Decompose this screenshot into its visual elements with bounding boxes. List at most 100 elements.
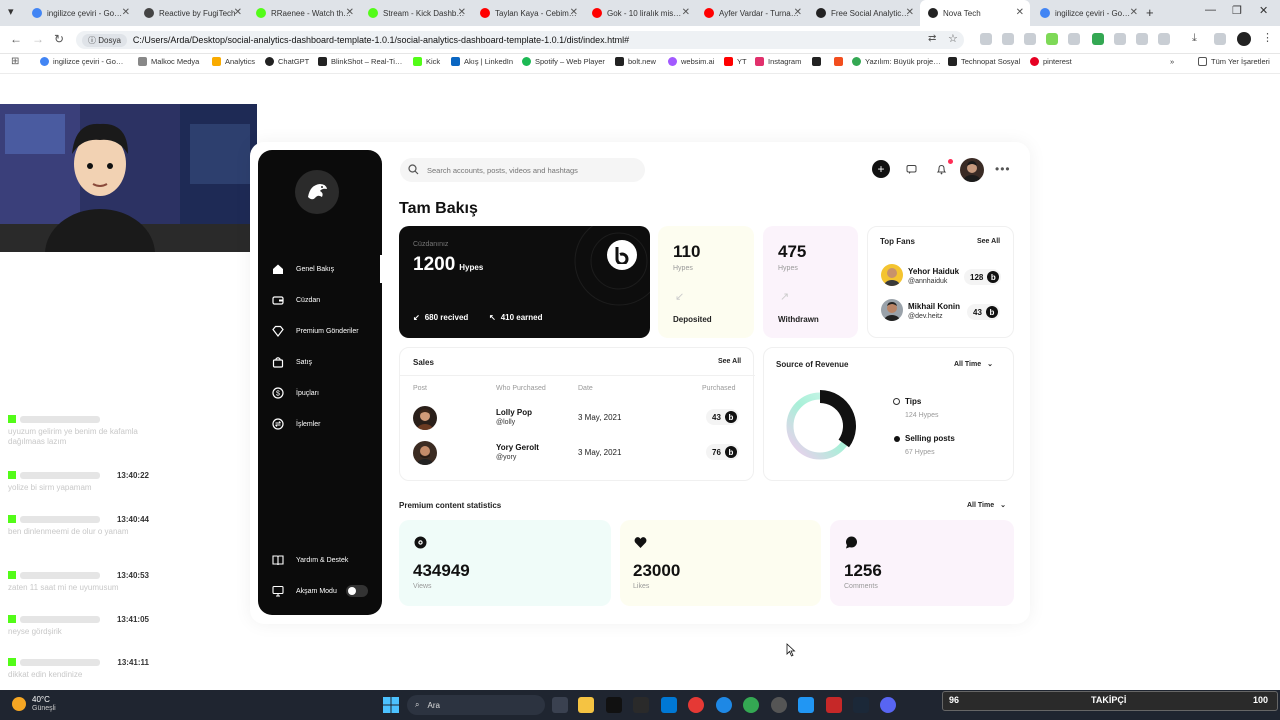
extension-icon[interactable] xyxy=(1046,33,1058,45)
fan-avatar[interactable] xyxy=(881,264,903,286)
bookmark[interactable]: YT xyxy=(724,57,747,66)
browser-tab[interactable]: ingilizce çeviri - Go… ✕ xyxy=(1032,0,1144,26)
revenue-filter-dropdown[interactable]: All Time ⌄ xyxy=(954,360,993,369)
app-icon[interactable] xyxy=(826,697,842,713)
discord-icon[interactable] xyxy=(880,697,896,713)
user-avatar[interactable] xyxy=(960,158,984,182)
sidebar-item-cuzdan[interactable]: Cüzdan xyxy=(272,294,320,306)
extension-icon[interactable] xyxy=(1136,33,1148,45)
sidebar-item-dark-mode[interactable]: Akşam Modu xyxy=(272,585,337,597)
bookmark[interactable]: Akış | LinkedIn xyxy=(451,57,513,66)
bookmark[interactable] xyxy=(834,57,847,66)
bookmark[interactable]: ingilizce çeviri - Go… xyxy=(40,57,123,66)
apps-grid-icon[interactable]: ⊞ xyxy=(11,56,19,67)
maximize-icon[interactable]: ❐ xyxy=(1232,4,1242,17)
search-bar[interactable] xyxy=(400,158,645,182)
bookmark[interactable]: ChatGPT xyxy=(265,57,309,66)
taskbar-search[interactable]: ⌕ Ara xyxy=(407,695,545,715)
reload-icon[interactable]: ↻ xyxy=(54,32,64,46)
add-icon[interactable]: + xyxy=(872,160,890,178)
sales-see-all[interactable]: See All xyxy=(718,358,741,365)
extension-icon[interactable] xyxy=(1068,33,1080,45)
browser-tab-active[interactable]: Nova Tech ✕ xyxy=(920,0,1030,26)
bookmark[interactable] xyxy=(812,57,825,66)
extension-icon[interactable] xyxy=(1024,33,1036,45)
browser-tab[interactable]: Free Social Analytic… ✕ xyxy=(808,0,920,26)
sidebar-item-satis[interactable]: Satış xyxy=(272,356,312,368)
bookmark[interactable]: Malkoc Medya xyxy=(138,57,199,66)
browser-tab[interactable]: Stream - Kick Dashb… ✕ xyxy=(360,0,472,26)
close-icon[interactable]: ✕ xyxy=(234,7,242,18)
close-icon[interactable]: ✕ xyxy=(122,7,130,18)
extension-icon[interactable] xyxy=(980,33,992,45)
extensions-puzzle-icon[interactable] xyxy=(1158,33,1170,45)
bookmark[interactable]: Technopat Sosyal xyxy=(948,57,1020,66)
browser-tab[interactable]: Taylan Kaya - Cebim… ✕ xyxy=(472,0,584,26)
browser-tab[interactable]: Ayfer Vardar - Turna… ✕ xyxy=(696,0,808,26)
steam-icon[interactable] xyxy=(853,697,869,713)
dark-mode-toggle[interactable] xyxy=(346,585,368,597)
fan-avatar[interactable] xyxy=(881,299,903,321)
bell-icon[interactable] xyxy=(932,160,950,178)
star-icon[interactable]: ☆ xyxy=(948,32,958,45)
download-icon[interactable]: ⤓ xyxy=(1192,32,1197,45)
vscode-icon[interactable] xyxy=(661,697,677,713)
new-tab-icon[interactable]: + xyxy=(1146,5,1154,20)
bookmark[interactable]: bolt.new xyxy=(615,57,656,66)
profile-avatar[interactable] xyxy=(1237,32,1251,46)
bookmark[interactable]: Kick xyxy=(413,57,440,66)
bookmark[interactable]: pinterest xyxy=(1030,57,1072,66)
extension-icon[interactable] xyxy=(1114,33,1126,45)
back-icon[interactable]: ← xyxy=(10,32,22,46)
browser-tab[interactable]: Gok - 10 liralık mis… ✕ xyxy=(584,0,696,26)
bookmark[interactable]: Yazılım: Büyük proje… xyxy=(852,57,941,66)
obs-icon[interactable] xyxy=(771,697,787,713)
sidebar-item-help[interactable]: Yardım & Destek xyxy=(272,554,348,566)
browser-tab[interactable]: Reactive by FugiTech ✕ xyxy=(136,0,248,26)
menu-icon[interactable]: ⋮ xyxy=(1262,31,1273,44)
bookmark[interactable]: websim.ai xyxy=(668,57,714,66)
tab-list-icon[interactable]: ▾ xyxy=(8,5,14,18)
notepad-icon[interactable] xyxy=(798,697,814,713)
bookmarks-overflow-icon[interactable]: » xyxy=(1170,57,1174,66)
top-fans-see-all[interactable]: See All xyxy=(977,238,1000,245)
epic-games-icon[interactable] xyxy=(606,697,622,713)
forward-icon[interactable]: → xyxy=(32,32,44,46)
file-explorer-icon[interactable] xyxy=(578,697,594,713)
bookmark[interactable]: Analytics xyxy=(212,57,255,66)
table-row[interactable]: Yory Gerolt @yory 3 May, 2021 76 b xyxy=(400,437,755,471)
close-icon[interactable]: ✕ xyxy=(1016,7,1024,18)
table-row[interactable]: Lolly Pop @lolly 3 May, 2021 43 b xyxy=(400,402,755,436)
address-bar[interactable]: ⓘ Dosya C:/Users/Arda/Desktop/social-ana… xyxy=(76,31,964,49)
bookmark[interactable]: BlinkShot – Real-Ti… xyxy=(318,57,402,66)
eagle-logo[interactable] xyxy=(295,170,339,214)
bookmark[interactable]: Spotify – Web Player xyxy=(522,57,605,66)
close-icon[interactable]: ✕ xyxy=(458,7,466,18)
close-window-icon[interactable]: ✕ xyxy=(1259,4,1268,17)
browser-tab[interactable]: ingilizce çeviri - Go… ✕ xyxy=(24,0,136,26)
close-icon[interactable]: ✕ xyxy=(682,7,690,18)
close-icon[interactable]: ✕ xyxy=(346,7,354,18)
minimize-icon[interactable]: — xyxy=(1205,4,1216,16)
url-text[interactable]: C:/Users/Arda/Desktop/social-analytics-d… xyxy=(133,35,629,45)
more-icon[interactable]: ••• xyxy=(995,162,1011,176)
close-icon[interactable]: ✕ xyxy=(570,7,578,18)
extension-icon[interactable] xyxy=(1214,33,1226,45)
sidebar-item-islemler[interactable]: İşlemler xyxy=(272,418,321,430)
file-chip[interactable]: ⓘ Dosya xyxy=(82,33,127,47)
translate-icon[interactable]: ⇄ xyxy=(928,33,936,44)
close-icon[interactable]: ✕ xyxy=(794,7,802,18)
browser-tab[interactable]: RRaenee - Watch th… ✕ xyxy=(248,0,360,26)
chat-bubble-icon[interactable] xyxy=(902,160,920,178)
next-app-icon[interactable] xyxy=(633,697,649,713)
close-icon[interactable]: ✕ xyxy=(1130,7,1138,18)
extension-icon[interactable] xyxy=(1002,33,1014,45)
task-view-icon[interactable] xyxy=(552,697,568,713)
close-icon[interactable]: ✕ xyxy=(906,7,914,18)
sidebar-item-ipuclari[interactable]: $ İpuçları xyxy=(272,387,319,399)
chrome-icon[interactable] xyxy=(743,697,759,713)
bookmark[interactable]: Instagram xyxy=(755,57,801,66)
sidebar-item-premium[interactable]: Premium Gönderiler xyxy=(272,325,359,337)
windows-start-icon[interactable] xyxy=(383,697,399,713)
search-input[interactable] xyxy=(427,165,627,175)
